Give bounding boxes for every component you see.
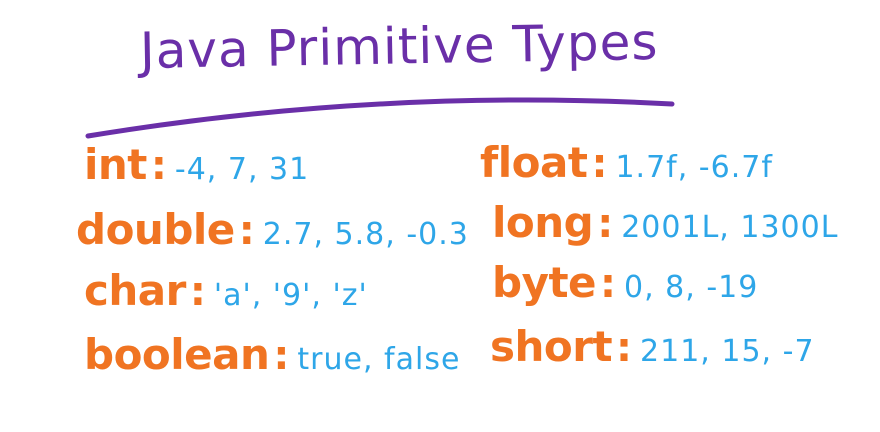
example-values: 2.7, 5.8, -0.3 <box>262 217 469 252</box>
example-values: 0, 8, -19 <box>624 270 759 305</box>
type-row-short: short:211, 15, -7 <box>490 322 815 371</box>
type-row-char: char:'a', '9', 'z' <box>84 266 368 315</box>
example-values: 'a', '9', 'z' <box>213 278 368 313</box>
type-row-float: float:1.7f, -6.7f <box>480 138 773 187</box>
example-values: 1.7f, -6.7f <box>615 150 773 185</box>
type-name: byte <box>492 258 597 307</box>
colon: : <box>238 208 255 254</box>
example-values: 211, 15, -7 <box>640 334 815 369</box>
type-row-byte: byte:0, 8, -19 <box>492 258 758 307</box>
colon: : <box>273 333 290 379</box>
type-row-double: double:2.7, 5.8, -0.3 <box>76 205 469 254</box>
colon: : <box>616 325 633 371</box>
type-name: boolean <box>84 330 270 379</box>
colon: : <box>600 261 617 307</box>
colon: : <box>597 201 614 247</box>
type-row-boolean: boolean: true, false <box>84 330 460 379</box>
type-row-int: int: -4, 7, 31 <box>84 140 309 189</box>
page-title: Java Primitive Types <box>139 12 659 80</box>
colon: : <box>591 141 608 187</box>
type-name: float <box>480 138 588 187</box>
example-values: 2001L, 1300L <box>621 210 839 245</box>
colon: : <box>189 269 206 315</box>
example-values: true, false <box>297 342 461 377</box>
type-row-long: long:2001L, 1300L <box>492 198 838 247</box>
colon: : <box>150 143 167 189</box>
type-name: char <box>84 266 186 315</box>
example-values: -4, 7, 31 <box>174 152 310 187</box>
type-name: long <box>492 198 594 247</box>
type-name: short <box>490 322 613 371</box>
whiteboard: Java Primitive Types int: -4, 7, 31 doubl… <box>0 0 880 432</box>
type-name: double <box>76 205 235 254</box>
type-name: int <box>84 140 147 189</box>
